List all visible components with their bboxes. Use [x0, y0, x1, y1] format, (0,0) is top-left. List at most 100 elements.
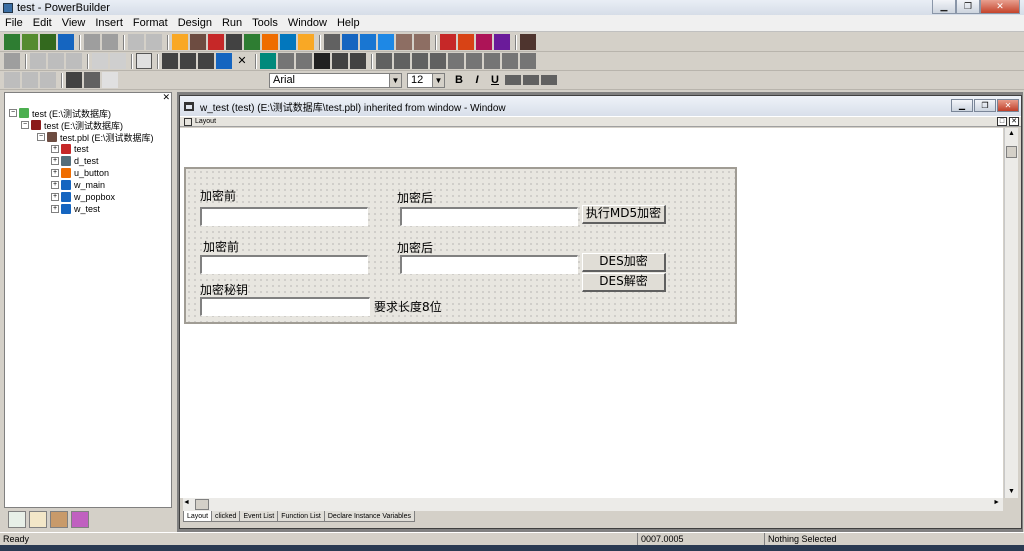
- vertical-scrollbar[interactable]: ▲ ▼: [1004, 128, 1018, 498]
- des-decrypt-button[interactable]: DES解密: [582, 273, 666, 292]
- horizontal-scrollbar[interactable]: ◄ ►: [183, 498, 1003, 511]
- button-control-icon[interactable]: [430, 53, 446, 69]
- tab-declare-instance-variables[interactable]: Declare Instance Variables: [323, 511, 416, 522]
- scroll-up-icon[interactable]: ▲: [1006, 128, 1017, 140]
- tab-system-tree-icon[interactable]: [8, 510, 26, 528]
- layout-canvas[interactable]: 加密前 加密后 执行MD5加密 加密前 加密后 DES加密 DES解密 加密秘钥…: [180, 128, 1003, 498]
- tree-item-target[interactable]: − test (E:\测试数据库): [21, 119, 123, 131]
- paste-icon[interactable]: [66, 53, 82, 69]
- expand-icon[interactable]: +: [51, 181, 59, 189]
- tree-item-workspace[interactable]: − test (E:\测试数据库): [9, 107, 111, 119]
- align-center-icon[interactable]: [523, 75, 539, 85]
- inherit-icon[interactable]: [22, 34, 38, 50]
- tree-item-w-main[interactable]: + w_main: [51, 179, 105, 191]
- cut-layout-icon[interactable]: [128, 34, 144, 50]
- build-icon[interactable]: [190, 34, 206, 50]
- database-icon[interactable]: [262, 34, 278, 50]
- scroll-down-icon[interactable]: ▼: [1006, 486, 1017, 498]
- graph-control-icon[interactable]: [520, 53, 536, 69]
- tab-event-list[interactable]: Event List: [239, 511, 279, 522]
- preview-icon[interactable]: [162, 53, 178, 69]
- undo-icon[interactable]: [92, 53, 108, 69]
- font-name-dropdown[interactable]: Arial ▼: [269, 72, 402, 88]
- expand-icon[interactable]: +: [51, 193, 59, 201]
- datawindow-control-icon[interactable]: [484, 53, 500, 69]
- tree-item-d-test[interactable]: + d_test: [51, 155, 99, 167]
- size-icon[interactable]: [40, 72, 56, 88]
- uncomment-icon[interactable]: [296, 53, 312, 69]
- replace-icon[interactable]: [332, 53, 348, 69]
- debug-icon[interactable]: [226, 34, 242, 50]
- collapse-icon[interactable]: −: [9, 109, 17, 117]
- select-icon[interactable]: [260, 53, 276, 69]
- window-design-surface[interactable]: 加密前 加密后 执行MD5加密 加密前 加密后 DES加密 DES解密 加密秘钥…: [184, 167, 737, 324]
- tree-item-library[interactable]: − test.pbl (E:\测试数据库): [37, 131, 154, 143]
- tree-icon[interactable]: [360, 34, 376, 50]
- underline-button[interactable]: U: [487, 72, 503, 88]
- bold-button[interactable]: B: [451, 72, 467, 88]
- static-text-icon[interactable]: [376, 53, 392, 69]
- painter-close-button[interactable]: ✕: [997, 99, 1019, 112]
- align-right-icon[interactable]: [541, 75, 557, 85]
- menu-insert[interactable]: Insert: [90, 17, 128, 29]
- tree-item-w-test[interactable]: + w_test: [51, 203, 100, 215]
- db-profile-icon[interactable]: [280, 34, 296, 50]
- label-after-1[interactable]: 加密后: [397, 189, 433, 206]
- record-icon[interactable]: [440, 34, 456, 50]
- des-encrypt-button[interactable]: DES加密: [582, 253, 666, 272]
- collapse-icon[interactable]: −: [37, 133, 45, 141]
- maximize-view-icon[interactable]: □: [997, 117, 1007, 126]
- comment-icon[interactable]: [278, 53, 294, 69]
- datawindow-icon[interactable]: [102, 34, 118, 50]
- label-before-1[interactable]: 加密前: [200, 187, 236, 204]
- object-icon[interactable]: [396, 34, 412, 50]
- menu-run[interactable]: Run: [217, 17, 247, 29]
- collapse-icon[interactable]: −: [21, 121, 29, 129]
- label-key-hint[interactable]: 要求长度8位: [374, 298, 442, 315]
- background-color-icon[interactable]: [84, 72, 100, 88]
- align-left-icon[interactable]: [505, 75, 521, 85]
- trace-icon[interactable]: [476, 34, 492, 50]
- user-object-icon[interactable]: [502, 53, 518, 69]
- md5-encrypt-button[interactable]: 执行MD5加密: [582, 205, 666, 224]
- key-icon[interactable]: [324, 34, 340, 50]
- edit-control-icon[interactable]: [394, 53, 410, 69]
- cut-icon[interactable]: [30, 53, 46, 69]
- menu-file[interactable]: File: [0, 17, 28, 29]
- list-control-icon[interactable]: [412, 53, 428, 69]
- menu-help[interactable]: Help: [332, 17, 365, 29]
- chevron-down-icon[interactable]: ▼: [389, 73, 401, 87]
- menu-view[interactable]: View: [57, 17, 91, 29]
- properties-icon[interactable]: [180, 53, 196, 69]
- picture-control-icon[interactable]: [448, 53, 464, 69]
- input-plaintext-md5[interactable]: [200, 207, 368, 226]
- copy-layout-icon[interactable]: [146, 34, 162, 50]
- deploy-icon[interactable]: [208, 34, 224, 50]
- border-icon[interactable]: [102, 72, 118, 88]
- close-view-icon[interactable]: ✕: [1009, 117, 1019, 126]
- scroll-right-icon[interactable]: ►: [993, 499, 1000, 506]
- font-size-dropdown[interactable]: 12 ▼: [407, 72, 445, 88]
- input-ciphertext-md5[interactable]: [400, 207, 578, 226]
- ok-icon[interactable]: [136, 53, 152, 69]
- profiler-icon[interactable]: [458, 34, 474, 50]
- input-ciphertext-des[interactable]: [400, 255, 578, 274]
- tab-order-icon[interactable]: [198, 53, 214, 69]
- tab-output-icon[interactable]: [50, 510, 68, 528]
- edit-icon[interactable]: [298, 34, 314, 50]
- tree-item-u-button[interactable]: + u_button: [51, 167, 109, 179]
- save-icon[interactable]: [4, 53, 20, 69]
- label-after-2[interactable]: 加密后: [397, 239, 433, 256]
- expand-icon[interactable]: +: [51, 145, 59, 153]
- browser-icon[interactable]: [414, 34, 430, 50]
- label-before-2[interactable]: 加密前: [203, 238, 239, 255]
- menu-tools[interactable]: Tools: [247, 17, 283, 29]
- tab-todo-icon[interactable]: [71, 510, 89, 528]
- run-icon[interactable]: [244, 34, 260, 50]
- redo-icon[interactable]: [110, 53, 126, 69]
- tab-clip-icon[interactable]: [29, 510, 47, 528]
- menu-format[interactable]: Format: [128, 17, 173, 29]
- close-button[interactable]: ✕: [980, 0, 1020, 14]
- tab-layout[interactable]: Layout: [183, 511, 213, 522]
- text-color-icon[interactable]: [66, 72, 82, 88]
